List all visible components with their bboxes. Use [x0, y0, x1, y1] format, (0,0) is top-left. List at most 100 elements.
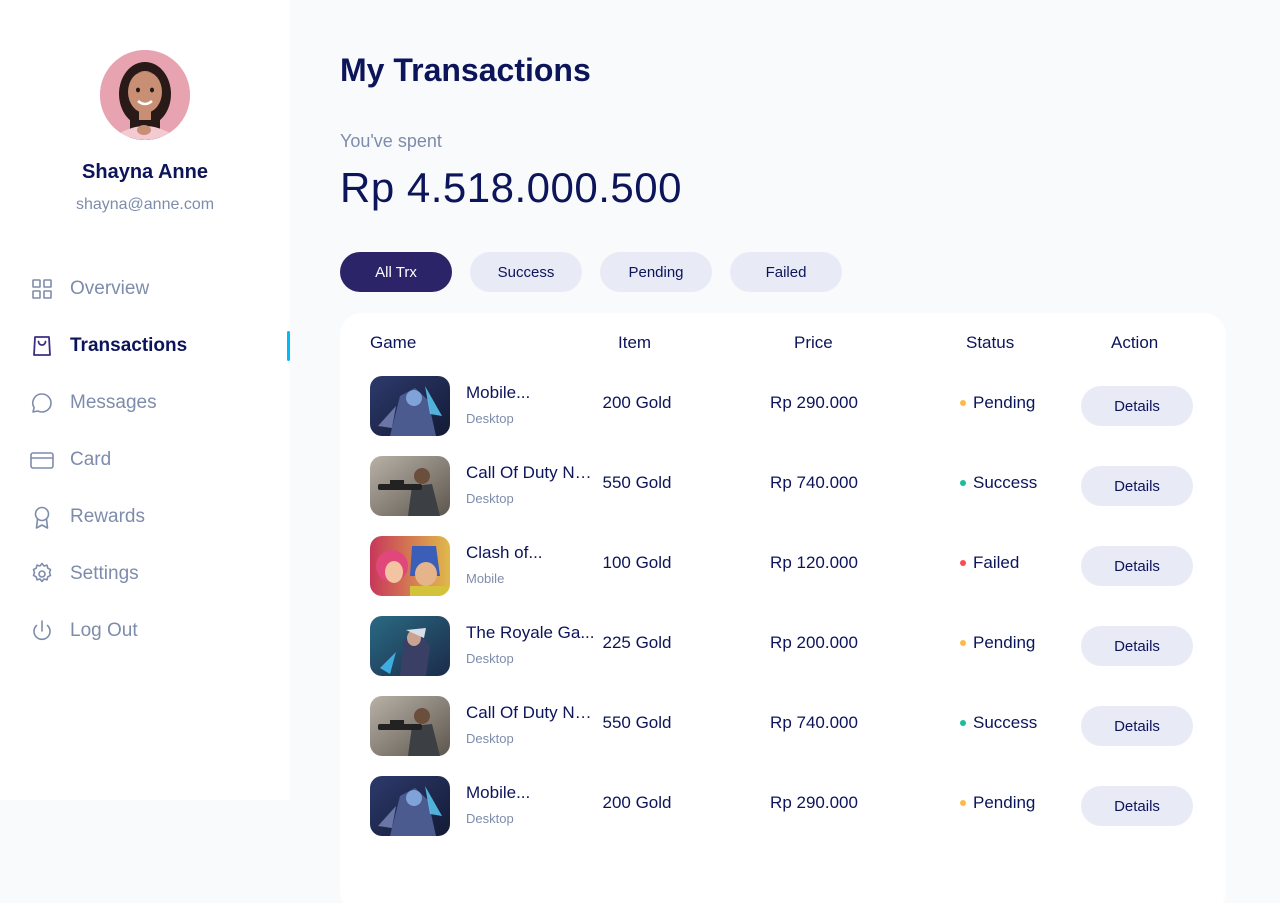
- price-value: Rp 290.000: [770, 793, 858, 812]
- sidebar-item-label: Messages: [70, 391, 157, 413]
- price-value: Rp 120.000: [770, 553, 858, 572]
- game-name: Call Of Duty Ne...: [466, 703, 598, 722]
- status-badge: Pending: [960, 393, 1035, 413]
- game-name: Clash of...: [466, 543, 543, 562]
- game-name: The Royale Ga...: [466, 623, 595, 642]
- status-badge: Success: [960, 713, 1037, 733]
- status-badge: Failed: [960, 553, 1019, 573]
- filter-tabs: All Trx Success Pending Failed: [340, 252, 842, 292]
- sidebar-item-settings[interactable]: Settings: [0, 545, 290, 602]
- sidebar: Shayna Anne shayna@anne.com Overview Tra…: [0, 0, 290, 800]
- shopping-bag-icon: [30, 334, 54, 358]
- table-row: Call Of Duty Ne... Desktop 550 Gold Rp 740.…: [340, 693, 1226, 773]
- power-icon: [30, 619, 54, 643]
- status-label: Pending: [973, 393, 1036, 412]
- table-row: Clash of... Mobile 100 Gold Rp 120.000 Faile…: [340, 533, 1226, 613]
- sidebar-item-label: Log Out: [70, 619, 138, 641]
- sidebar-item-label: Settings: [70, 562, 139, 584]
- status-dot: [960, 720, 966, 726]
- sidebar-item-rewards[interactable]: Rewards: [0, 488, 290, 545]
- status-dot: [960, 640, 966, 646]
- game-name: Mobile...: [466, 783, 531, 802]
- details-button[interactable]: Details: [1081, 386, 1193, 426]
- gear-icon: [30, 562, 54, 586]
- game-platform: Desktop: [466, 411, 514, 426]
- price-value: Rp 740.000: [770, 473, 858, 492]
- sidebar-item-messages[interactable]: Messages: [0, 374, 290, 431]
- spent-label: You've spent: [340, 131, 442, 151]
- sidebar-item-label: Card: [70, 448, 112, 470]
- details-button[interactable]: Details: [1081, 546, 1193, 586]
- status-badge: Pending: [960, 633, 1035, 653]
- mobile-legends-thumbnail: [370, 776, 450, 836]
- item-value: 550 Gold: [602, 473, 672, 492]
- game-platform: Desktop: [466, 731, 514, 746]
- sidebar-item-label: Overview: [70, 277, 150, 299]
- game-platform: Mobile: [466, 571, 505, 586]
- status-dot: [960, 560, 966, 566]
- status-label: Failed: [973, 553, 1020, 572]
- profile-email: shayna@anne.com: [75, 196, 215, 213]
- grid-icon: [30, 277, 54, 301]
- column-header-item: Item: [618, 333, 652, 352]
- transactions-table: Game Item Price Status Action Mobile... D…: [340, 313, 1226, 903]
- clash-of-clans-thumbnail: [370, 536, 450, 596]
- item-value: 225 Gold: [602, 633, 672, 652]
- details-button[interactable]: Details: [1081, 626, 1193, 666]
- sidebar-item-label: Transactions: [70, 334, 188, 356]
- status-label: Success: [973, 473, 1038, 492]
- sidebar-item-label: Rewards: [70, 505, 145, 527]
- sidebar-item-logout[interactable]: Log Out: [0, 602, 290, 659]
- call-of-duty-thumbnail: [370, 456, 450, 516]
- active-indicator: [287, 331, 290, 361]
- filter-success[interactable]: Success: [470, 252, 582, 292]
- details-button[interactable]: Details: [1081, 466, 1193, 506]
- game-platform: Desktop: [466, 651, 514, 666]
- status-dot: [960, 480, 966, 486]
- item-value: 100 Gold: [602, 553, 672, 572]
- table-row: Call Of Duty Ne... Desktop 550 Gold Rp 740.…: [340, 453, 1226, 533]
- status-label: Pending: [973, 633, 1036, 652]
- price-value: Rp 290.000: [770, 393, 858, 412]
- details-button[interactable]: Details: [1081, 706, 1193, 746]
- column-header-status: Status: [966, 333, 1015, 352]
- table-row: The Royale Ga... Desktop 225 Gold Rp 200.00…: [340, 613, 1226, 693]
- royale-game-thumbnail: [370, 616, 450, 676]
- profile-name: Shayna Anne: [82, 161, 208, 183]
- item-value: 550 Gold: [602, 713, 672, 732]
- price-value: Rp 740.000: [770, 713, 858, 732]
- filter-pending[interactable]: Pending: [600, 252, 712, 292]
- spent-value: Rp 4.518.000.500: [340, 164, 682, 211]
- filter-all-trx[interactable]: All Trx: [340, 252, 452, 292]
- mobile-legends-thumbnail: [370, 376, 450, 436]
- column-header-game: Game: [370, 333, 417, 352]
- column-header-price: Price: [794, 333, 833, 352]
- status-badge: Success: [960, 473, 1037, 493]
- call-of-duty-thumbnail: [370, 696, 450, 756]
- game-platform: Desktop: [466, 491, 514, 506]
- sidebar-item-transactions[interactable]: Transactions: [0, 317, 290, 374]
- avatar[interactable]: [100, 50, 190, 140]
- sidebar-item-overview[interactable]: Overview: [0, 260, 290, 317]
- award-ribbon-icon: [30, 505, 54, 529]
- page-title: My Transactions: [340, 52, 591, 88]
- status-label: Success: [973, 713, 1038, 732]
- item-value: 200 Gold: [602, 793, 672, 812]
- item-value: 200 Gold: [602, 393, 672, 412]
- price-value: Rp 200.000: [770, 633, 858, 652]
- filter-failed[interactable]: Failed: [730, 252, 842, 292]
- table-row: Mobile... Desktop 200 Gold Rp 290.000 Pendin…: [340, 373, 1226, 453]
- game-name: Call Of Duty Ne...: [466, 463, 598, 482]
- details-button[interactable]: Details: [1081, 786, 1193, 826]
- table-row: Mobile... Desktop 200 Gold Rp 290.000 Pendin…: [340, 773, 1226, 853]
- status-badge: Pending: [960, 793, 1035, 813]
- column-header-action: Action: [1111, 333, 1159, 352]
- credit-card-icon: [30, 448, 54, 472]
- chat-bubble-icon: [30, 391, 54, 415]
- status-dot: [960, 400, 966, 406]
- sidebar-item-card[interactable]: Card: [0, 431, 290, 488]
- sidebar-nav: Overview Transactions Messages Card Rewa…: [0, 260, 290, 659]
- status-dot: [960, 800, 966, 806]
- status-label: Pending: [973, 793, 1036, 812]
- game-platform: Desktop: [466, 811, 514, 826]
